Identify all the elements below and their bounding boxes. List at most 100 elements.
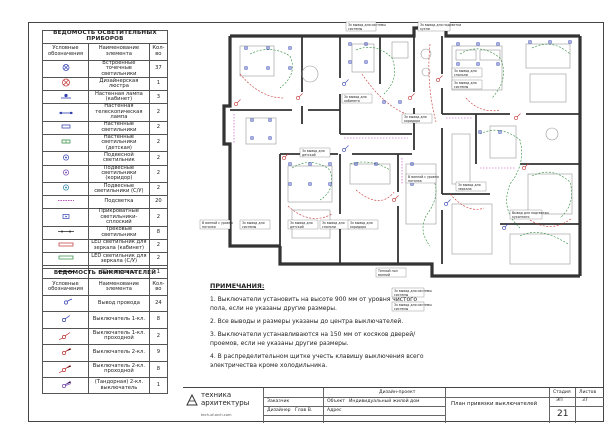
callout-9: 3х вывод для зеркала [455, 181, 487, 192]
recessed-spot-icon [265, 65, 271, 71]
label-designer: Дизайнер [267, 408, 291, 413]
note-3: 3. Выключатели устанавливаются на 150 мм… [210, 330, 416, 348]
led-mirror-wc-icon [41, 252, 90, 267]
callout-12: 3х вывод для детской [287, 219, 319, 230]
svg-text:спальни: спальни [454, 73, 468, 77]
sheet-number: 21 [557, 409, 569, 419]
switch-icon [342, 145, 349, 152]
recessed-spot-icon [527, 39, 533, 45]
svg-text:кухонного: кухонного [512, 215, 529, 219]
wall-light-kids-icon [41, 133, 90, 153]
legend-item-name: Подвесной светильник [88, 151, 150, 166]
logo-mark-icon [186, 393, 198, 406]
legend-item-name: Выключатель 2-кл. проходной [88, 360, 150, 378]
switch-legend-table: ВЕДОМОСТЬ ВЫКЛЮЧАТЕЛЕЙ Условные обозначе… [41, 268, 169, 395]
recessed-spot-icon [475, 41, 481, 47]
legend-item-qty: 2 [148, 151, 169, 166]
header-name: Наименование элемента [88, 42, 150, 61]
legend-item-name: Выключатель 1-кл. проходной [88, 327, 150, 346]
recessed-spot-icon [327, 161, 333, 167]
switch-icon [296, 93, 303, 100]
notes-block: ПРИМЕЧАНИЯ: 1. Выключатели установить на… [210, 282, 430, 374]
legend-item-qty: 2 [148, 208, 169, 227]
legend-row: Выключатель 1-кл. 8 [41, 311, 169, 329]
legend-row: Настенная лампа (кабинет) 3 [41, 90, 169, 105]
wire-out-icon [41, 294, 90, 313]
callout-13: 3х вывод для спальни [319, 219, 351, 230]
recessed-spot-icon [547, 39, 553, 45]
legend-item-qty: 2 [148, 181, 169, 197]
title-block: техника архитектуры tech-of-arch.com Зак… [183, 387, 604, 423]
note-1: 1. Выключатели установить на высоте 900 … [210, 295, 418, 313]
legend-item-name: Подсветка [88, 195, 150, 210]
telescopic-lamp-icon [41, 103, 90, 122]
switch-2-pass-icon [41, 360, 90, 378]
header-qty: Кол-во [148, 278, 169, 296]
label-checked: Заказчик [267, 399, 290, 404]
svg-text:спальни: спальни [322, 225, 336, 229]
svg-text:ванной: ванной [378, 273, 390, 277]
legend-item-qty: 2 [148, 238, 169, 254]
company-name-line1: техника [201, 391, 232, 399]
callout-2: 3х вывод для подсветки кухни [417, 21, 461, 32]
chandelier-icon [41, 77, 90, 92]
switch-icon [444, 199, 451, 206]
svg-text:кухни: кухни [420, 27, 430, 31]
legend-row: Выключатель 1-кл. проходной 2 [41, 327, 169, 346]
legend-item-qty: 37 [148, 59, 169, 79]
recessed-spot-icon [287, 181, 293, 187]
legend-row: Выключатель 2-кл. 9 [41, 344, 169, 362]
legend-item-name: Настенная телескопическая лампа [88, 103, 150, 122]
switch-icon [234, 99, 241, 106]
company-url: tech-of-arch.com [201, 413, 232, 417]
legend-row: (Тандорная) 2-кл. выключатель 1 [41, 376, 169, 395]
header-symbol: Условные обозначения [41, 42, 90, 61]
legend-item-qty: 2 [148, 164, 169, 183]
svg-text:детской: детской [302, 153, 316, 157]
drawing-sheet: ВЕДОМОСТЬ ОСВЕТИТЕЛЬНЫХ ПРИБОРОВ Условны… [0, 0, 610, 432]
legend-item-name: Вывод провода [88, 294, 150, 313]
legend-row: Настенные светильники 2 [41, 120, 169, 136]
recessed-spot-icon [455, 41, 461, 47]
legend-row: Подсветка 20 [41, 195, 169, 210]
legend-row: Трековые светильники 8 [41, 225, 169, 240]
svg-text:потолка: потолка [202, 225, 216, 229]
legend-item-name: Настенная лампа (кабинет) [88, 90, 150, 105]
recessed-spot-icon [347, 59, 353, 65]
legend-item-qty: 2 [148, 327, 169, 346]
recessed-spot-icon [267, 135, 273, 141]
callout-1: 3х вывод для системы системы [345, 21, 386, 32]
svg-text:зеркала: зеркала [458, 187, 472, 191]
legend-row: Прикроватные светильники-сплоский 2 [41, 208, 169, 227]
pendant-corridor-icon [41, 164, 90, 183]
lighting-table-title: ВЕДОМОСТЬ ОСВЕТИТЕЛЬНЫХ ПРИБОРОВ [42, 30, 168, 44]
legend-item-qty: 3 [148, 90, 169, 105]
svg-text:кабинета: кабинета [344, 99, 360, 103]
legend-row: Подвесной светильник 2 [41, 151, 169, 166]
recessed-spot-icon [475, 61, 481, 67]
recessed-spot-icon [495, 41, 501, 47]
recessed-spot-icon [381, 99, 387, 105]
legend-item-qty: 2 [148, 120, 169, 136]
legend-item-qty: 9 [148, 344, 169, 362]
note-4: 4. В распределительном щитке учесть клав… [210, 352, 424, 370]
svg-text:системы: системы [348, 27, 363, 31]
recessed-spot-icon [287, 45, 293, 51]
recessed-spot-icon [363, 59, 369, 65]
notes-title: ПРИМЕЧАНИЯ: [210, 282, 265, 290]
legend-item-qty: 8 [148, 360, 169, 378]
bedside-icon [41, 208, 90, 227]
callout-11: 3х вывод для системы [239, 219, 271, 230]
project-role: Дизайн-проект [379, 390, 416, 395]
callout-4: 3х вывод для системы [451, 79, 483, 90]
legend-item-name: Выключатель 2-кл. [88, 344, 150, 362]
label-sheets: Листов [579, 390, 597, 395]
legend-item-qty: 8 [148, 225, 169, 240]
legend-row: Дизайнерская люстра 1 [41, 77, 169, 92]
recessed-spot-icon [567, 39, 573, 45]
legend-item-qty: 20 [148, 195, 169, 210]
svg-text:коридора: коридора [404, 119, 420, 123]
company-name-line2: архитектуры [201, 399, 250, 407]
recessed-spot-icon [249, 117, 255, 123]
header-name: Наименование элемента [88, 278, 150, 296]
